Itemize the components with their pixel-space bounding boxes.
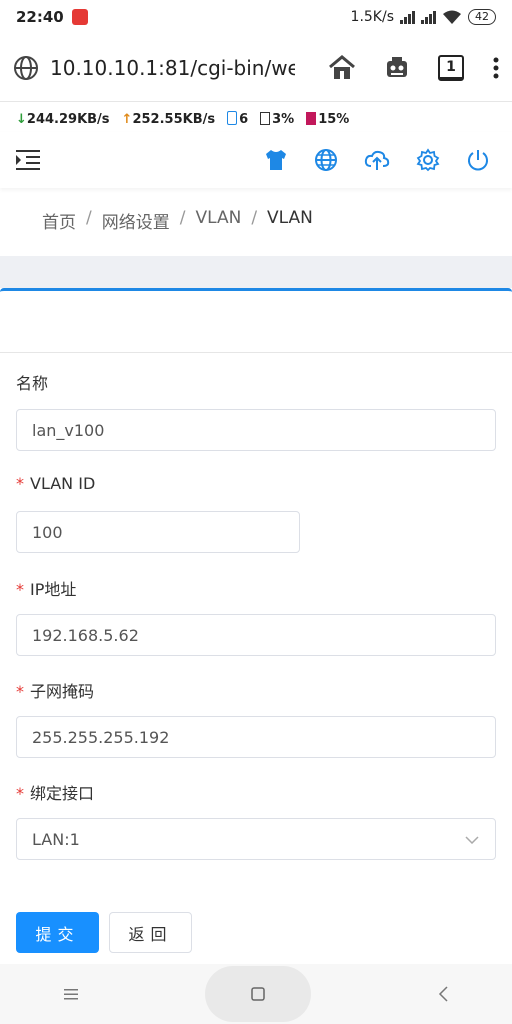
wifi-icon [443,10,461,24]
chevron-down-icon [465,836,479,844]
vlan-id-input[interactable]: 100 [16,511,300,553]
notification-icon [71,9,88,25]
breadcrumb-separator: / [251,208,258,228]
cloud-upload-icon[interactable] [364,149,390,171]
system-navigation-bar [0,964,512,1024]
ip-address-label: * IP地址 [16,580,77,599]
home-square-icon [251,987,265,1001]
netmask-label: * 子网掩码 [16,682,95,701]
cpu-usage: 15% [306,111,349,127]
recent-apps-icon[interactable] [63,987,79,1001]
status-right: 1.5K/s 42 [351,9,496,25]
breadcrumb-vlan[interactable]: VLAN [195,208,241,233]
breadcrumb-home[interactable]: 首页 [42,208,76,233]
breadcrumb-separator: / [179,208,186,228]
breadcrumb-separator: / [86,208,92,228]
back-arrow-icon[interactable] [437,986,449,1002]
vlan-id-label: * VLAN ID [16,474,96,493]
interface-select-value: LAN:1 [32,829,80,849]
interface-select[interactable]: LAN:1 [16,818,496,860]
tab-count-button[interactable]: 1 [438,54,464,81]
home-icon[interactable] [328,54,356,81]
name-input[interactable]: lan_v100 [16,409,496,451]
net-speed: 1.5K/s [350,9,394,25]
back-button[interactable]: 返回 [109,912,192,953]
content-divider [0,256,512,288]
breadcrumb: 首页 / 网络设置 / VLAN / VLAN [42,208,313,233]
signal-icon [400,10,415,24]
breadcrumb-network-settings[interactable]: 网络设置 [102,208,170,233]
home-button[interactable] [205,966,311,1022]
more-menu-icon[interactable] [492,56,500,80]
signal-icon-2 [421,10,436,24]
ip-address-input[interactable]: 192.168.5.62 [16,614,496,656]
battery-indicator: 42 [468,9,496,25]
globe-icon [14,55,38,80]
download-speed: ↓244.29KB/s [16,111,110,127]
phone-icon [227,111,238,125]
shirt-icon[interactable] [264,149,288,171]
breadcrumb-current: VLAN [267,208,313,228]
robot-icon[interactable] [384,55,410,81]
memory-usage: 3% [260,111,294,127]
network-stats-bar: ↓244.29KB/s ↑252.55KB/s 6 3% 15% [0,106,512,132]
settings-gear-icon[interactable] [416,148,440,172]
status-bar: 22:40 1.5K/s 42 [0,0,512,34]
globe-network-icon[interactable] [314,148,338,172]
bolt-icon [306,111,317,125]
device-count: 6 [227,111,248,127]
url-field[interactable]: 10.10.10.1:81/cgi-bin/web [50,56,295,80]
upload-speed: ↑252.55KB/s [121,111,216,127]
submit-button[interactable]: 提交 [16,912,99,953]
netmask-input[interactable]: 255.255.255.192 [16,716,496,758]
browser-address-bar: 10.10.10.1:81/cgi-bin/web 1 [0,34,512,102]
memory-icon [260,111,271,125]
status-time: 22:40 [16,8,64,26]
menu-toggle-icon[interactable] [16,149,42,171]
power-icon[interactable] [466,148,490,172]
app-header [0,132,512,188]
name-label: 名称 [16,374,49,393]
interface-label: * 绑定接口 [16,784,95,803]
card-header [0,291,512,353]
